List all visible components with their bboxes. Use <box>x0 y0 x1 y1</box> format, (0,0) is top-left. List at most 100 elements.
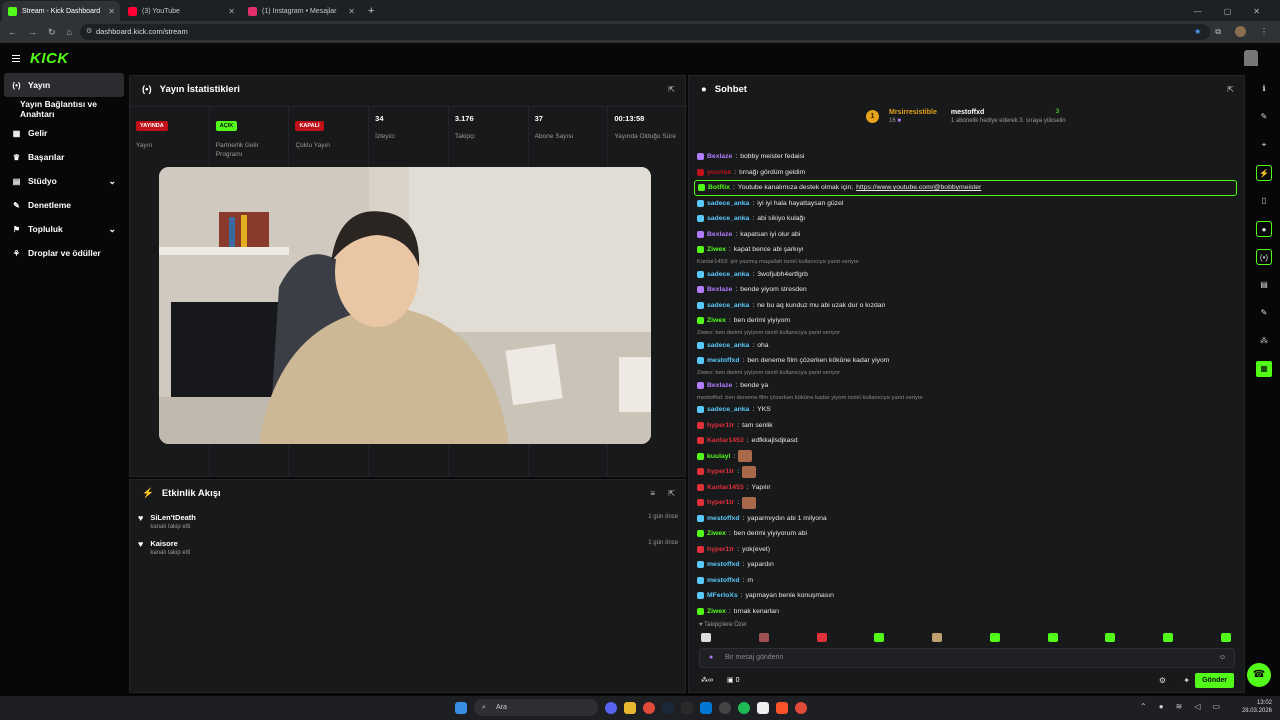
filter-icon[interactable]: ≡ <box>650 489 655 498</box>
discord-icon[interactable] <box>605 701 617 714</box>
gift-icon[interactable]: ✦ <box>1183 676 1190 685</box>
document-icon[interactable]: ▯ <box>1256 193 1272 209</box>
chat-username[interactable]: sadece_anka <box>707 342 749 349</box>
chat-username[interactable]: mestoffxd <box>707 357 739 364</box>
chat-username[interactable]: Ziwex <box>707 317 726 324</box>
help-chat-button[interactable]: ☎ <box>1247 663 1271 687</box>
chat-username[interactable]: Ziwex <box>707 608 726 615</box>
broadcast-icon[interactable]: (•) <box>1256 249 1272 265</box>
chat-username[interactable]: sadece_anka <box>707 271 749 278</box>
share-icon[interactable]: ⁂ <box>1256 333 1272 349</box>
sidebar-item-topluluk[interactable]: ⚑ Topluluk ⌄ <box>0 217 128 241</box>
chat-username[interactable]: Kantar1453 <box>707 437 744 444</box>
chat-username[interactable]: mestoffxd <box>707 515 739 522</box>
sidebar-item-denetleme[interactable]: ✎ Denetleme <box>0 193 128 217</box>
windows-start-icon[interactable] <box>455 701 467 714</box>
minimize-icon[interactable]: — <box>1194 7 1202 16</box>
volume-icon[interactable]: ◁ <box>1194 702 1200 711</box>
taskbar-search[interactable]: ⌕ Ara <box>474 699 598 716</box>
edit-icon[interactable]: ✎ <box>1256 109 1272 125</box>
mic-icon[interactable]: ● <box>709 649 713 667</box>
chat-username[interactable]: Bexlaze <box>707 382 732 389</box>
top-sub-name[interactable]: Mrsirresistible <box>889 109 937 116</box>
layers-icon[interactable]: ▤ <box>1256 277 1272 293</box>
points-icon[interactable]: ⁂∞ <box>701 676 713 684</box>
chat-username[interactable]: Bexlaze <box>707 231 732 238</box>
chat-username[interactable]: sadece_anka <box>707 302 749 309</box>
site-info-icon[interactable]: ⚙ <box>86 24 92 40</box>
forward-icon[interactable]: → <box>28 27 37 38</box>
clock[interactable]: 13:02 28.03.2026 <box>1242 699 1272 715</box>
hamburger-menu-icon[interactable] <box>12 54 20 62</box>
emote-icon[interactable] <box>874 633 885 642</box>
chat-icon[interactable]: ● <box>1256 221 1272 237</box>
close-tab-icon[interactable]: ✕ <box>348 7 355 16</box>
file-explorer-icon[interactable] <box>624 701 636 714</box>
menu-kebab-icon[interactable]: ⋮ <box>1260 27 1268 36</box>
tab-kick-dashboard[interactable]: Stream - Kick Dashboard ✕ <box>2 1 120 21</box>
url-input[interactable]: ⚙ dashboard.kick.com/stream <box>80 24 1210 40</box>
sidebar-item-yayin[interactable]: (•) Yayın <box>4 73 124 97</box>
steam-icon[interactable] <box>662 701 674 714</box>
chat-username[interactable]: hyper1tr <box>707 546 734 553</box>
chat-username[interactable]: mestoffxd <box>707 561 739 568</box>
camera-icon[interactable]: ⌖ <box>1256 137 1272 153</box>
battery-icon[interactable]: ▭ <box>1212 702 1220 711</box>
chat-username[interactable]: Ziwex <box>707 246 726 253</box>
chat-username[interactable]: Bexlaze <box>707 153 732 160</box>
chat-username[interactable]: mestoffxd <box>707 577 739 584</box>
feed-user[interactable]: Kaisore <box>150 539 190 548</box>
tab-youtube[interactable]: (3) YouTube ✕ <box>122 1 240 21</box>
chat-username[interactable]: BotRix <box>708 184 730 191</box>
chat-username[interactable]: Bexlaze <box>707 286 732 293</box>
chrome-icon[interactable] <box>795 701 807 714</box>
emote-icon[interactable] <box>932 633 943 642</box>
chat-username[interactable]: sadece_anka <box>707 406 749 413</box>
feed-user[interactable]: SiLen'tDeath <box>150 513 196 522</box>
obs-icon[interactable] <box>681 701 693 714</box>
emote-icon[interactable] <box>989 633 1000 642</box>
chat-username[interactable]: MFerloXs <box>707 592 738 599</box>
new-tab-button[interactable]: + <box>360 1 382 21</box>
chat-username[interactable]: hyper1tr <box>707 422 734 429</box>
chat-username[interactable]: kuulayi <box>707 453 730 460</box>
chat-username[interactable]: yourise <box>707 169 731 176</box>
wrench-icon[interactable]: ✎ <box>1256 305 1272 321</box>
sidebar-item-basarilar[interactable]: ♛ Başarılar <box>0 145 128 169</box>
chat-link[interactable]: https://www.youtube.com/@bobbymeister <box>856 184 981 191</box>
chat-username[interactable]: Kantar1453 <box>707 484 744 491</box>
emote-icon[interactable] <box>1105 633 1116 642</box>
send-button[interactable]: Gönder <box>1195 673 1234 688</box>
chat-username[interactable]: Ziwex <box>707 530 726 537</box>
mic-icon[interactable]: ● <box>1159 702 1164 711</box>
emoji-icon[interactable]: ☺ <box>1219 649 1226 667</box>
close-window-icon[interactable]: ✕ <box>1253 7 1260 16</box>
vscode-icon[interactable] <box>700 701 712 714</box>
kick-logo[interactable]: KICK <box>30 50 69 67</box>
stream-preview-video[interactable] <box>159 167 651 444</box>
brave-icon[interactable] <box>776 701 788 714</box>
maximize-icon[interactable]: ▢ <box>1224 7 1232 16</box>
emote-icon[interactable] <box>758 633 769 642</box>
emote-icon[interactable] <box>701 633 711 642</box>
back-icon[interactable]: ← <box>8 27 17 38</box>
sidebar-item-droplar[interactable]: ⚘ Droplar ve ödüller <box>0 241 128 265</box>
chrome-icon[interactable] <box>643 701 655 714</box>
popout-icon[interactable]: ⇱ <box>1227 85 1234 94</box>
spotify-icon[interactable] <box>738 701 750 714</box>
emote-icon[interactable] <box>1163 633 1174 642</box>
chat-message-input[interactable]: ● Bir mesaj gönderin ☺ <box>699 648 1235 668</box>
chat-username[interactable]: hyper1tr <box>707 499 734 506</box>
close-tab-icon[interactable]: ✕ <box>228 7 235 16</box>
wifi-icon[interactable]: ≋ <box>1176 702 1183 711</box>
chat-username[interactable]: sadece_anka <box>707 200 749 207</box>
tab-instagram[interactable]: (1) Instagram • Mesajlar ✕ <box>242 1 360 21</box>
chat-username[interactable]: sadece_anka <box>707 215 749 222</box>
info-icon[interactable]: ℹ <box>1256 81 1272 97</box>
sidebar-item-gelir[interactable]: ▦ Gelir <box>0 121 128 145</box>
emote-icon[interactable] <box>816 633 827 642</box>
top-gifter-name[interactable]: mestoffxd <box>951 109 1066 116</box>
home-icon[interactable]: ⌂ <box>67 27 72 38</box>
sidebar-item-stream-key[interactable]: Yayın Bağlantısı ve Anahtarı <box>0 97 128 121</box>
profile-avatar[interactable] <box>1235 26 1246 37</box>
